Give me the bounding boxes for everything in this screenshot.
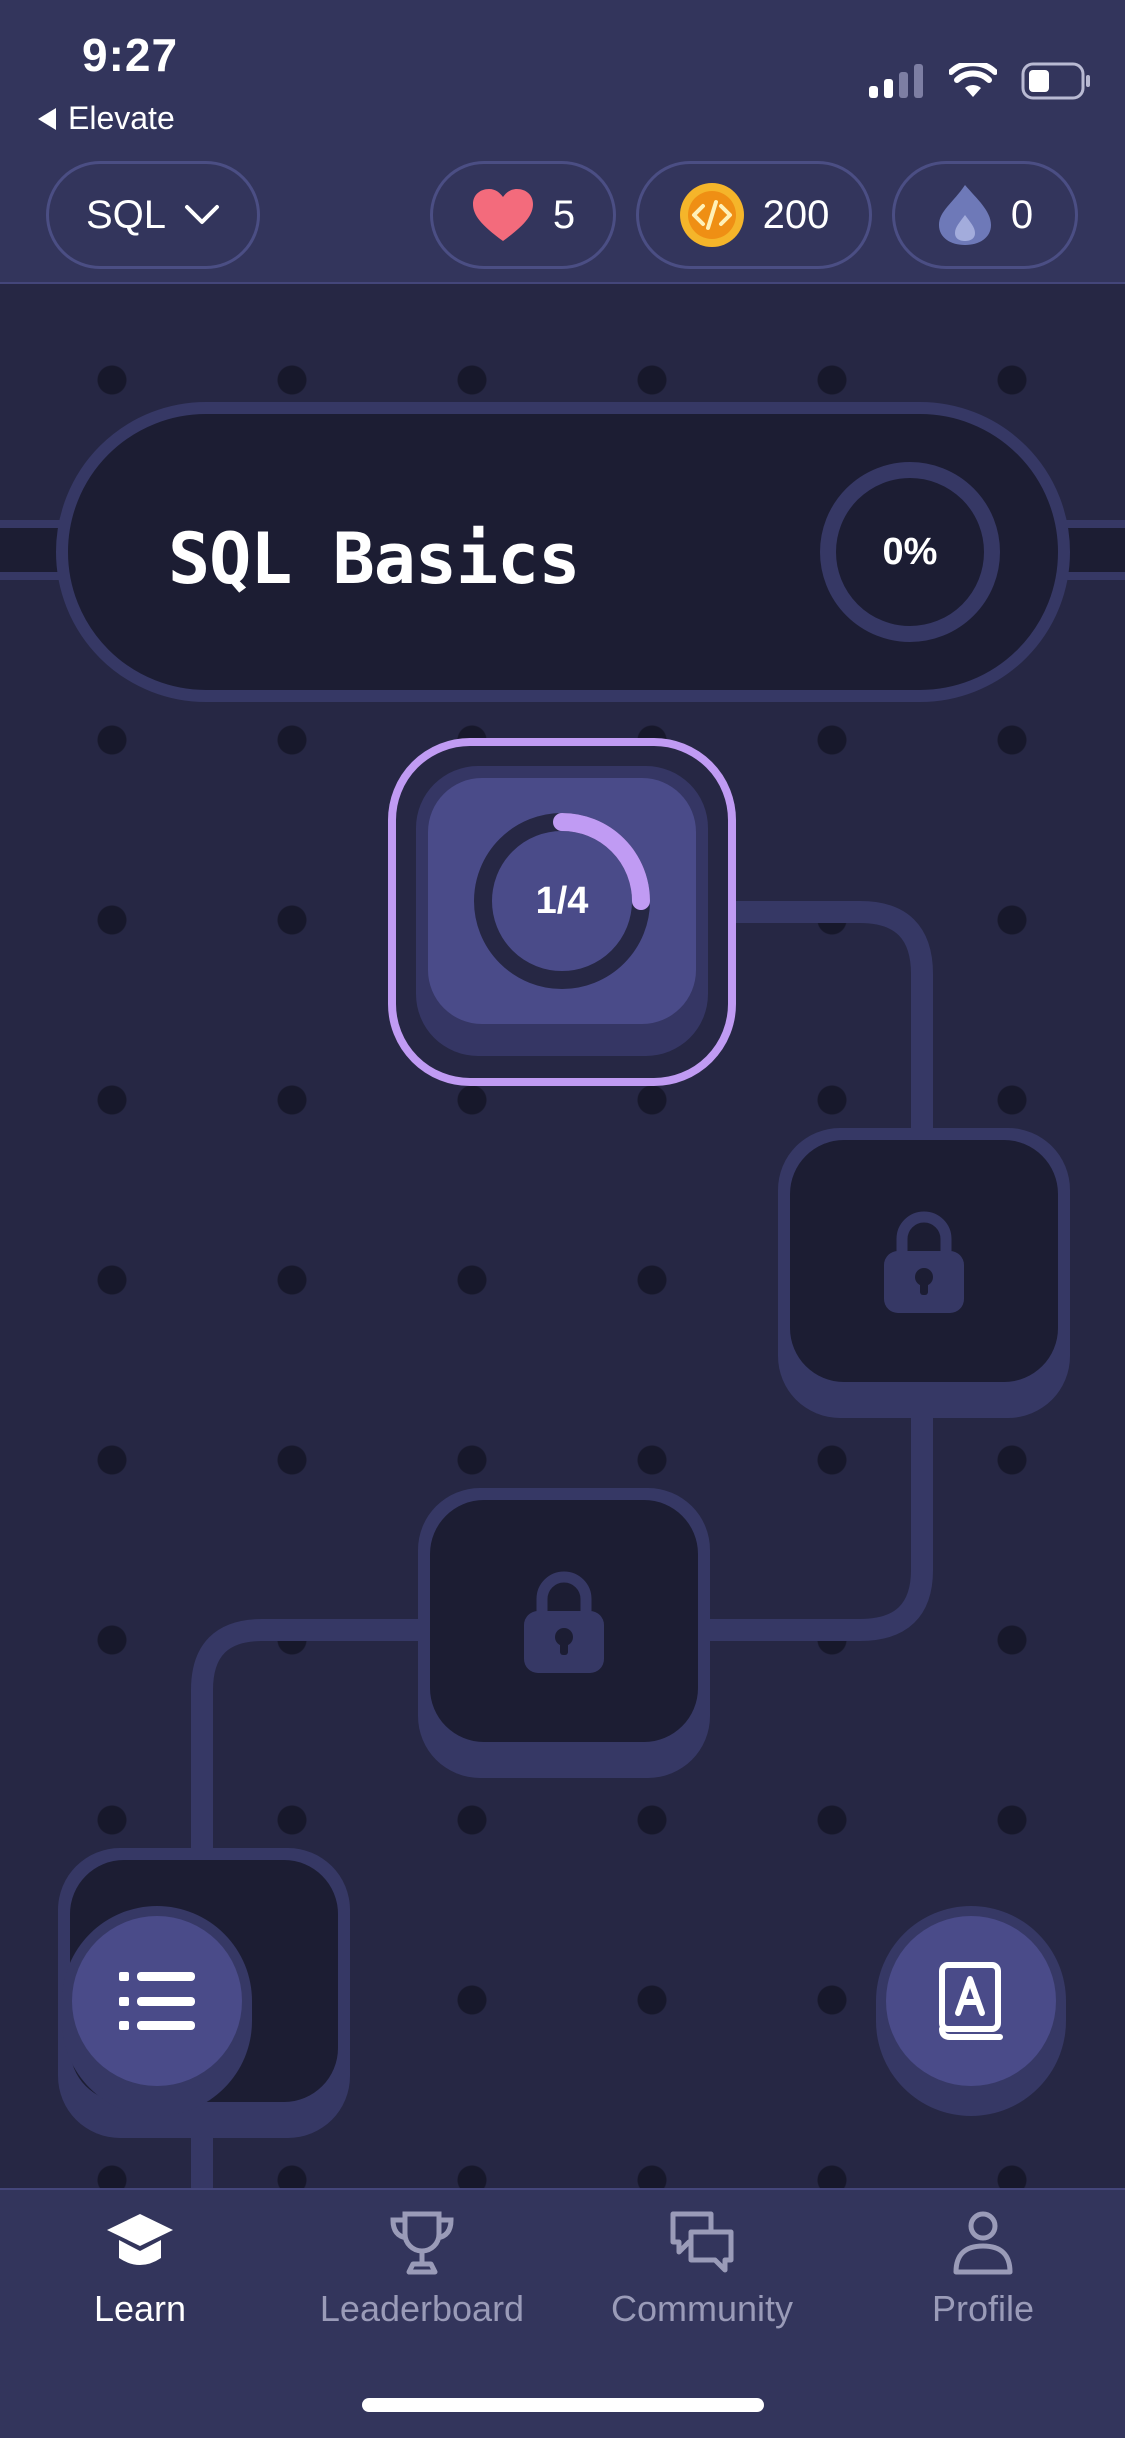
status-icons — [869, 62, 1091, 100]
course-banner[interactable]: SQL Basics 0% — [56, 402, 1070, 702]
course-title: SQL Basics — [168, 518, 580, 600]
top-header: 9:27 Elevate SQL 5 200 0 — [0, 0, 1125, 284]
course-selector-button[interactable]: SQL — [46, 161, 260, 269]
trophy-icon — [390, 2211, 454, 2275]
home-indicator[interactable] — [362, 2398, 764, 2412]
tab-learn-label: Learn — [93, 2288, 187, 2329]
graduation-cap-icon — [107, 2214, 173, 2265]
coin-code-icon — [679, 183, 744, 247]
lesson-node-active[interactable]: 1/4 — [388, 738, 736, 1086]
lock-icon — [884, 1211, 964, 1313]
coins-count: 200 — [762, 192, 830, 237]
lesson-node-face — [790, 1140, 1058, 1382]
tab-leaderboard[interactable]: Leaderboard — [282, 2210, 562, 2350]
course-progress-label: 0% — [882, 530, 938, 573]
lesson-node-locked[interactable] — [418, 1488, 710, 1778]
back-arrow-icon — [38, 107, 56, 130]
fab-face — [886, 1916, 1056, 2086]
battery-icon — [1021, 62, 1090, 100]
cellular-signal-icon — [869, 64, 923, 98]
back-to-app-link[interactable]: Elevate — [38, 100, 175, 137]
hearts-counter[interactable]: 5 — [430, 161, 616, 269]
lock-icon — [524, 1571, 604, 1673]
tab-community[interactable]: Community — [562, 2210, 842, 2350]
chat-bubbles-icon — [670, 2211, 734, 2273]
tab-profile-label: Profile — [931, 2288, 1035, 2329]
course-progress-ring: 0% — [820, 462, 1000, 642]
coins-counter[interactable]: 200 — [636, 161, 872, 269]
lesson-node-face: 1/4 — [428, 778, 696, 1024]
tab-leaderboard-label: Leaderboard — [319, 2288, 525, 2329]
lesson-node-locked[interactable] — [778, 1128, 1070, 1418]
chevron-down-icon — [185, 205, 220, 224]
streak-counter[interactable]: 0 — [892, 161, 1078, 269]
course-selector-label: SQL — [85, 192, 167, 237]
wifi-icon — [949, 63, 997, 97]
person-icon — [953, 2211, 1013, 2275]
lesson-node-base: 1/4 — [416, 766, 708, 1056]
dictionary-icon — [939, 1962, 1003, 2040]
tab-learn[interactable]: Learn — [0, 2210, 280, 2350]
hearts-count: 5 — [552, 192, 576, 237]
heart-icon — [472, 189, 533, 241]
lesson-progress-label: 1/4 — [535, 879, 589, 922]
streak-count: 0 — [1010, 192, 1034, 237]
lessons-list-button[interactable] — [62, 1906, 252, 2116]
tab-community-label: Community — [610, 2288, 794, 2329]
tab-profile[interactable]: Profile — [843, 2210, 1123, 2350]
lesson-node-face — [430, 1500, 698, 1742]
fab-face — [72, 1916, 242, 2086]
list-icon — [119, 1972, 195, 2030]
flame-drop-icon — [938, 185, 991, 245]
back-app-label: Elevate — [68, 100, 175, 136]
dictionary-button[interactable] — [876, 1906, 1066, 2116]
status-time: 9:27 — [82, 29, 179, 81]
